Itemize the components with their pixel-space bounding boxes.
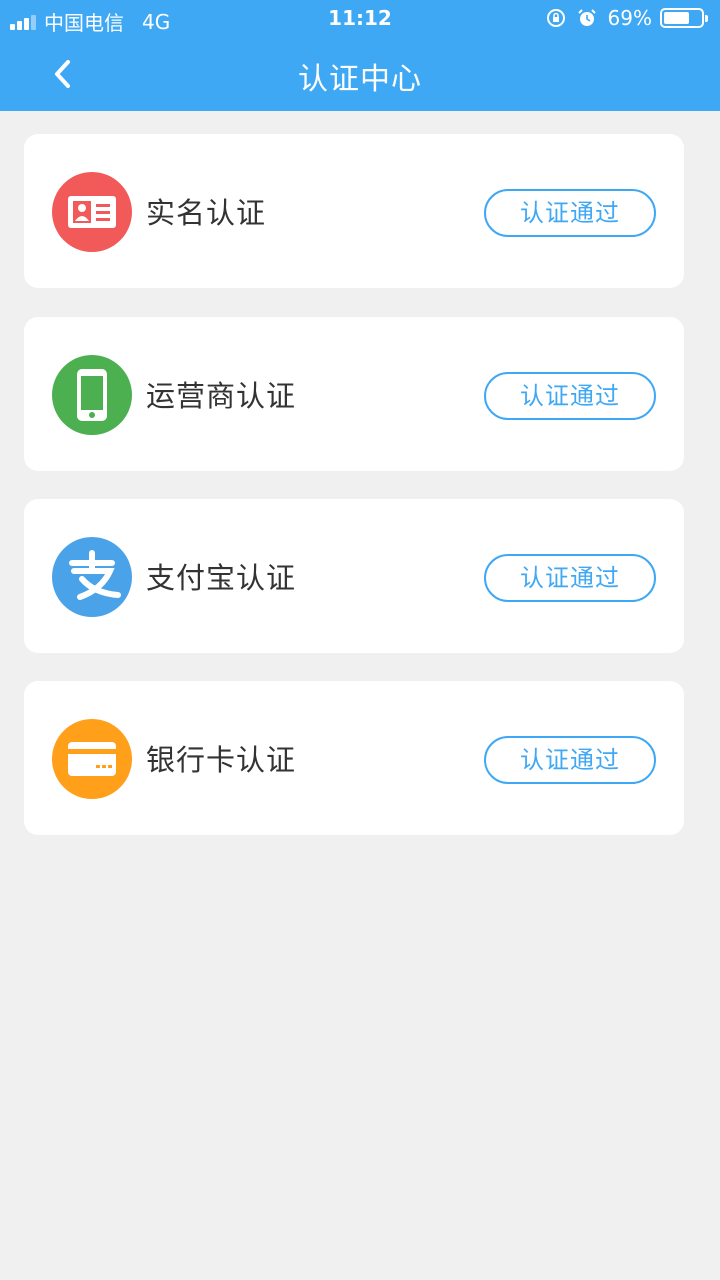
verification-item-alipay[interactable]: 支付宝认证 认证通过	[24, 499, 684, 653]
item-label: 实名认证	[146, 196, 267, 230]
id-card-icon	[52, 172, 132, 252]
top-bar: 中国电信 4G 11:12 69% 认证中心	[0, 0, 720, 111]
item-label: 支付宝认证	[146, 561, 297, 595]
verification-item-bankcard[interactable]: 银行卡认证 认证通过	[24, 681, 684, 835]
page-title: 认证中心	[298, 62, 422, 97]
item-label: 运营商认证	[146, 379, 297, 413]
battery-percent: 69%	[607, 6, 652, 30]
rotation-lock-icon	[546, 9, 565, 27]
verification-item-realname[interactable]: 实名认证 认证通过	[24, 134, 684, 288]
item-label: 银行卡认证	[146, 743, 297, 777]
battery-icon	[660, 8, 708, 28]
bank-card-icon	[52, 719, 132, 799]
verified-button[interactable]: 认证通过	[484, 189, 656, 237]
status-right: 69%	[546, 6, 708, 30]
verified-button[interactable]: 认证通过	[484, 554, 656, 602]
nav-bar: 认证中心	[0, 36, 720, 111]
alarm-icon	[577, 9, 596, 26]
alipay-icon	[52, 537, 132, 617]
status-bar: 中国电信 4G 11:12 69%	[0, 0, 720, 36]
mobile-phone-icon	[52, 355, 132, 435]
verified-button[interactable]: 认证通过	[484, 372, 656, 420]
verified-button[interactable]: 认证通过	[484, 736, 656, 784]
verification-item-carrier[interactable]: 运营商认证 认证通过	[24, 317, 684, 471]
